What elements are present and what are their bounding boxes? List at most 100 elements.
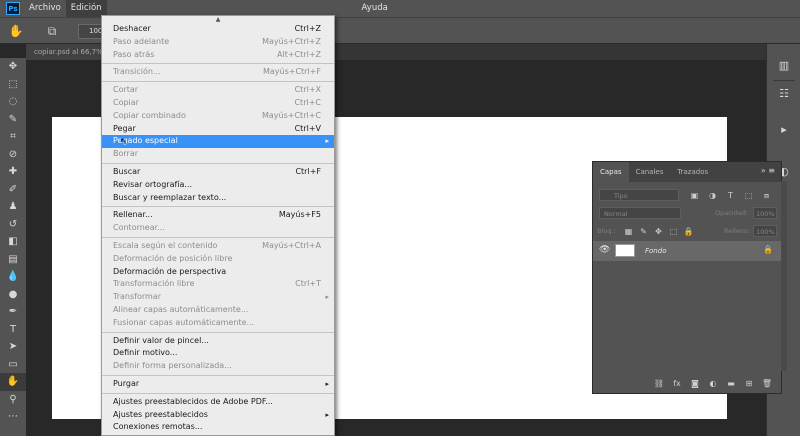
menu-item-cortar[interactable]: Cortar Ctrl+X xyxy=(102,84,334,97)
filter-type-icon[interactable]: T xyxy=(725,190,736,201)
menu-item-transformacion-libre[interactable]: Transformación libre Ctrl+T xyxy=(102,278,334,291)
menu-item-borrar[interactable]: Borrar xyxy=(102,148,334,161)
filter-pixel-icon[interactable]: ▣ xyxy=(689,190,700,201)
lock-transparent-icon[interactable]: ▦ xyxy=(623,226,634,237)
tab-canales[interactable]: Canales xyxy=(629,162,671,182)
visibility-eye-icon[interactable]: 👁 xyxy=(599,245,610,255)
layer-filter-field[interactable]: Tipo xyxy=(599,189,679,201)
hand-tool-icon[interactable]: ✋ xyxy=(8,23,24,39)
menu-item-label: Paso atrás xyxy=(113,49,155,59)
menu-item-deformacion-de-posicion-libre[interactable]: Deformación de posición libre xyxy=(102,253,334,266)
add-mask-icon[interactable]: ◙ xyxy=(689,378,701,390)
menu-item-copiar-combinado[interactable]: Copiar combinado Mayús+Ctrl+C xyxy=(102,110,334,123)
menu-item-shortcut: Mayús+Ctrl+A xyxy=(262,240,321,250)
filter-adjustment-icon[interactable]: ◑ xyxy=(707,190,718,201)
eyedropper-tool-icon[interactable]: ⊘ xyxy=(0,146,26,164)
tab-trazados[interactable]: Trazados xyxy=(670,162,715,182)
gradient-tool-icon[interactable]: ▤ xyxy=(0,251,26,269)
filter-smart-object-icon[interactable]: ⧈ xyxy=(761,190,772,201)
menu-item-deshacer[interactable]: Deshacer Ctrl+Z xyxy=(102,23,334,36)
new-layer-icon[interactable]: ⊞ xyxy=(743,378,755,390)
menu-item-ajustes-preestablecidos[interactable]: Ajustes preestablecidos ▸ xyxy=(102,409,334,422)
delete-layer-icon[interactable]: 🗑 xyxy=(761,378,773,390)
menu-item-copiar[interactable]: Copiar Ctrl+C xyxy=(102,97,334,110)
menu-item-pegar[interactable]: Pegar Ctrl+V xyxy=(102,123,334,136)
clone-stamp-tool-icon[interactable]: ♟ xyxy=(0,198,26,216)
dodge-tool-icon[interactable]: ● xyxy=(0,286,26,304)
lock-all-icon[interactable]: 🔒 xyxy=(683,226,694,237)
panel-menu-icon[interactable]: » ≡ xyxy=(761,166,775,175)
tab-capas[interactable]: Capas xyxy=(593,162,629,182)
history-panel-icon[interactable]: ▥ xyxy=(776,58,792,74)
adjustment-layer-icon[interactable]: ◐ xyxy=(707,378,719,390)
menu-item-pegado-especial[interactable]: Pegado especial ▸ ↖ xyxy=(102,135,334,149)
menu-item-label: Rellenar... xyxy=(113,210,153,220)
menu-item-shortcut: Mayús+Ctrl+C xyxy=(261,110,321,120)
menu-archivo[interactable]: Archivo xyxy=(24,0,66,17)
menu-item-definir-motivo[interactable]: Definir motivo... xyxy=(102,347,334,360)
menu-item-paso-adelante[interactable]: Paso adelante Mayús+Ctrl+Z xyxy=(102,36,334,49)
lock-position-icon[interactable]: ✥ xyxy=(653,226,664,237)
blur-tool-icon[interactable]: 💧 xyxy=(0,268,26,286)
lock-image-icon[interactable]: ✎ xyxy=(638,226,649,237)
more-tools-icon[interactable]: ⋯ xyxy=(0,408,26,426)
layer-row-fondo[interactable]: 👁 Fondo 🔒 xyxy=(593,241,781,261)
type-tool-icon[interactable]: T xyxy=(0,321,26,339)
filter-shape-icon[interactable]: ⬚ xyxy=(743,190,754,201)
lock-artboard-icon[interactable]: ⬚ xyxy=(668,226,679,237)
edit-menu-items: Deshacer Ctrl+Z Paso adelante Mayús+Ctrl+Z P… xyxy=(102,23,334,434)
menu-item-escala-segun-el-contenido[interactable]: Escala según el contenido Mayús+Ctrl+A xyxy=(102,240,334,253)
move-tool-icon[interactable]: ✥ xyxy=(0,58,26,76)
rectangle-tool-icon[interactable]: ▭ xyxy=(0,356,26,374)
quick-selection-tool-icon[interactable]: ✎ xyxy=(0,111,26,129)
menu-item-rellenar[interactable]: Rellenar... Mayús+F5 xyxy=(102,209,334,222)
menu-item-fusionar-capas-automaticamente[interactable]: Fusionar capas automáticamente... xyxy=(102,317,334,330)
menu-item-label: Cortar xyxy=(113,85,139,95)
link-layers-icon[interactable]: ⛓ xyxy=(653,378,665,390)
menu-item-deformacion-de-perspectiva[interactable]: Deformación de perspectiva xyxy=(102,266,334,279)
menu-item-shortcut: Mayús+F5 xyxy=(278,210,321,220)
path-selection-tool-icon[interactable]: ➤ xyxy=(0,338,26,356)
history-brush-tool-icon[interactable]: ↺ xyxy=(0,216,26,234)
menu-item-label: Transformación libre xyxy=(113,279,195,289)
panel-collapse-icon[interactable]: ▸ xyxy=(776,122,792,138)
opacity-field[interactable]: 100% xyxy=(753,207,777,219)
menu-item-definir-forma-personalizada[interactable]: Definir forma personalizada... xyxy=(102,360,334,373)
new-group-icon[interactable]: ▬ xyxy=(725,378,737,390)
menu-item-definir-valor-de-pincel[interactable]: Definir valor de pincel... xyxy=(102,335,334,348)
menu-item-revisar-ortografia[interactable]: Revisar ortografía... xyxy=(102,179,334,192)
menu-item-contornear[interactable]: Contornear... xyxy=(102,222,334,235)
menu-item-alinear-capas-automaticamente[interactable]: Alinear capas automáticamente... xyxy=(102,304,334,317)
menu-item-purgar[interactable]: Purgar ▸ xyxy=(102,378,334,391)
menu-ayuda[interactable]: Ayuda xyxy=(357,0,393,17)
pen-tool-icon[interactable]: ✒ xyxy=(0,303,26,321)
layers-panel-scrollbar[interactable] xyxy=(781,181,787,371)
layer-style-icon[interactable]: fx xyxy=(671,378,683,390)
crop-tool-icon[interactable]: ⌗ xyxy=(0,128,26,146)
marquee-tool-icon[interactable]: ⬚ xyxy=(0,76,26,94)
menu-scroll-up-icon[interactable]: ▲ xyxy=(102,16,334,23)
zoom-tool-icon[interactable]: ⚲ xyxy=(0,391,26,409)
scroll-all-windows-icon[interactable]: ⧉ xyxy=(44,23,60,39)
layer-name[interactable]: Fondo xyxy=(645,241,666,261)
menu-item-label: Definir valor de pincel... xyxy=(113,335,209,345)
brush-tool-icon[interactable]: ✐ xyxy=(0,181,26,199)
menu-item-ajustes-preestablecidos-de-adobe-pdf[interactable]: Ajustes preestablecidos de Adobe PDF... xyxy=(102,396,334,409)
fill-field[interactable]: 100% xyxy=(753,225,777,237)
menu-item-conexiones-remotas[interactable]: Conexiones remotas... xyxy=(102,421,334,434)
menu-item-buscar-y-reemplazar-texto[interactable]: Buscar y reemplazar texto... xyxy=(102,192,334,205)
menu-item-paso-atras[interactable]: Paso atrás Alt+Ctrl+Z xyxy=(102,49,334,62)
blend-mode-select[interactable]: Normal xyxy=(599,207,681,219)
healing-brush-tool-icon[interactable]: ✚ xyxy=(0,163,26,181)
menu-item-transicion[interactable]: Transición... Mayús+Ctrl+F xyxy=(102,66,334,79)
properties-panel-icon[interactable]: ☷ xyxy=(776,86,792,102)
menu-item-label: Transformar xyxy=(113,292,161,302)
menu-item-buscar[interactable]: Buscar Ctrl+F xyxy=(102,166,334,179)
lasso-tool-icon[interactable]: ◌ xyxy=(0,93,26,111)
hand-tool-icon[interactable]: ✋ xyxy=(0,373,26,391)
layer-lock-icon[interactable]: 🔒 xyxy=(763,245,773,254)
eraser-tool-icon[interactable]: ◧ xyxy=(0,233,26,251)
menu-item-label: Revisar ortografía... xyxy=(113,179,193,189)
menu-item-transformar[interactable]: Transformar ▸ xyxy=(102,291,334,304)
blend-row: Normal Opacidad: 100% xyxy=(593,205,781,223)
